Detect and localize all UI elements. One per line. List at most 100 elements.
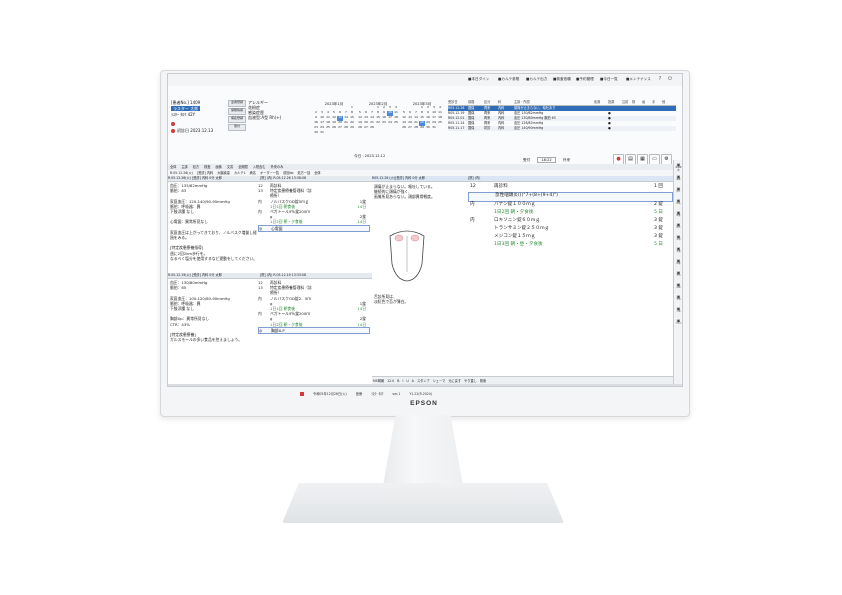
patient-age: 42Y xyxy=(187,112,196,117)
chart-toolbar-item[interactable]: カルテ1 xyxy=(234,171,246,175)
note-top-text[interactable]: 頭痛が止まらない。嘔吐している。 継続的に頭痛が強く、 画像所見あらない。頭部異… xyxy=(374,184,435,200)
visit-orders[interactable]: 12 再診料 13 特定疾患療養管理料（診 療所）内ノルバスクOD錠2．5ｍ g 1錠 1日1… xyxy=(258,280,370,334)
disease-button[interactable]: 病名登録 xyxy=(228,116,246,123)
reception-button[interactable]: 受付 xyxy=(228,124,246,131)
cmd-maintenance[interactable]: ■メンテナンス xyxy=(626,77,651,81)
side-tool-button[interactable]: ▣ 医事連携 xyxy=(675,162,682,172)
order-line[interactable]: 急性咽頭炎((("7+(8+(9+4)") xyxy=(468,192,673,202)
tongue-diagram[interactable] xyxy=(382,224,432,284)
order-line[interactable]: 内 バナン錠１００ｍｇ 2 錠 xyxy=(468,202,673,210)
cmd-today-list[interactable]: ■今日一覧 xyxy=(600,77,618,81)
note-line: 淡紅色で苔が薄白。 xyxy=(374,299,409,305)
editor-tool[interactable]: MS明朝 xyxy=(373,379,384,383)
side-tool-button[interactable]: ▣ 文書 xyxy=(675,246,682,256)
calendar-month-1[interactable]: 2023年1月 1 2 3 4 5 6 7 8 9 10 11 12 13 14 15 16 17 18 19 20 2… xyxy=(313,102,355,146)
cmd-today[interactable]: ■本日ダイン xyxy=(468,77,489,81)
editor-tool[interactable]: B xyxy=(397,379,399,383)
calendar-day[interactable]: 25 xyxy=(437,121,443,126)
calendar-grid[interactable]: 1 2 3 4 5 6 7 8 9 10 11 12 13 14 15 16 17 18 19 20 21 22 23 24 2… xyxy=(357,106,399,131)
side-tool-button[interactable]: ▣ 処方 xyxy=(675,222,682,232)
visit-header[interactable]: R.05.12.26(火) [受診] 内科 0分 太郎 [院] (内) R.05.… xyxy=(168,176,372,182)
table-cell xyxy=(662,126,672,131)
editor-tool[interactable]: I xyxy=(402,379,403,383)
side-tool-button[interactable]: ▣ 検査 xyxy=(675,210,682,220)
side-tool-button[interactable]: ▣ 手術 xyxy=(675,294,682,304)
status-build: Y1.22(R.2024) xyxy=(409,392,433,396)
side-tool-button[interactable]: ▣ 入院 xyxy=(675,306,682,316)
chart-toolbar-item[interactable]: 病名 xyxy=(250,171,256,175)
side-tool-button[interactable]: ▣ 処置 xyxy=(675,258,682,268)
order-line[interactable]: ◎ 心電図 xyxy=(258,224,370,232)
side-tool-button[interactable]: ▣ 記録 xyxy=(675,282,682,292)
editor-tool[interactable]: やり直し xyxy=(464,379,477,383)
order-line[interactable]: メジコン錠１５ｍｇ 3 錠 xyxy=(468,234,673,242)
tool-label: 処置 xyxy=(676,263,681,265)
calendar-day[interactable]: 31 xyxy=(319,131,325,136)
calendar-grid[interactable]: 1 2 3 4 5 6 7 8 9 10 11 12 13 14 15 16 17 18 19 20 21 22 23 24 2… xyxy=(313,106,355,136)
side-tool-button[interactable]: ▣ 紹介 xyxy=(675,186,682,196)
note-line: なるべく塩分を使用するなど運動をしてください。 xyxy=(170,255,258,261)
history-tab[interactable]: 外来のみ xyxy=(271,165,284,169)
patient-name[interactable]: ラスター 太郎 xyxy=(171,106,201,111)
editor-tool[interactable]: 12.0 xyxy=(387,379,394,383)
side-tool-button[interactable]: ▣ 予約 xyxy=(675,270,682,280)
calendar-month-3[interactable]: 2023年3月 1 2 3 4 5 6 7 8 9 10 11 12 13 14 15 16 17 18 19 20 2… xyxy=(401,102,443,146)
cmd-exam[interactable]: ■検査依頼 xyxy=(553,77,571,81)
table-cell: 初診 xyxy=(484,126,491,130)
order-line[interactable]: 1日2回 朝・夕食後 5 日 xyxy=(468,210,673,218)
calendar-day[interactable]: 25 xyxy=(393,121,399,126)
chart-toolbar-item[interactable]: [受診] 内科 xyxy=(197,171,213,175)
order-qty: 3 錠 xyxy=(654,226,663,231)
visit-notes[interactable]: 血圧：130/80mmHg 脈拍：65 家庭血圧：100-120/80-90mmH… xyxy=(170,280,258,342)
side-tool-button[interactable]: ▣ ヘルプ xyxy=(675,318,682,328)
editor-tool[interactable]: U xyxy=(406,379,408,383)
calendar-month-2[interactable]: 2023年2月 1 2 3 4 5 6 7 8 9 10 11 12 13 14 15 16 17 18 19 20 2… xyxy=(357,102,399,146)
history-tab[interactable]: 全期間 xyxy=(238,165,248,169)
chart-toolbar-item[interactable]: 全体 xyxy=(314,171,320,175)
chart-toolbar-item[interactable]: 処方一括 xyxy=(297,171,310,175)
patient-card: [患者No.] 1409 ラスター 太郎 ﾗｽﾀｰ ﾀﾛｳ 42Y 初診日 20… xyxy=(171,100,226,133)
history-tab[interactable]: 主訴 xyxy=(181,165,187,169)
side-tool-button[interactable]: ▣ 注射 xyxy=(675,234,682,244)
help-icon[interactable]: ? xyxy=(656,76,664,83)
side-tool-button[interactable]: ▣ 画像 xyxy=(675,174,682,184)
editor-tool[interactable]: A xyxy=(412,379,414,383)
history-tab[interactable]: 検査 xyxy=(204,165,210,169)
register-button[interactable]: 患者登録 xyxy=(228,100,246,107)
editor-tool[interactable]: 元に戻す xyxy=(448,379,461,383)
calendar-grid[interactable]: 1 2 3 4 5 6 7 8 9 10 11 12 13 14 15 16 17 18 19 20 21 22 23 24 2… xyxy=(401,106,443,131)
note-pane: R05.12.26 (火)[受診] 内科 0分 太郎 頭痛が止まらない。嘔吐して… xyxy=(372,176,469,376)
history-tab[interactable]: 全体 xyxy=(170,165,176,169)
power-icon[interactable]: ⏻ xyxy=(666,76,674,83)
order-line[interactable]: 内 ロキソニン錠６０ｍｇ 3 錠 xyxy=(468,218,673,226)
calendar-day[interactable]: 29 xyxy=(349,126,355,131)
history-tab[interactable]: 入院含む xyxy=(253,165,266,169)
calendar-day[interactable]: 28 xyxy=(369,126,375,131)
chart-toolbar-item[interactable]: R.05.12.26(火) xyxy=(170,171,193,175)
history-tab[interactable]: 画像 xyxy=(216,165,222,169)
order-line[interactable]: 1日3回 朝・昼・夕食後 5 日 xyxy=(468,242,673,250)
visit-orders[interactable]: 12 再診料 13 特定疾患療養管理料（診 療所）内ノルバスクOD錠5ｍｇ 1錠 1日1回 … xyxy=(258,183,370,232)
side-tool-button[interactable]: ▣ 病名 xyxy=(675,198,682,208)
chart-toolbar-item[interactable]: 前回do xyxy=(283,171,293,175)
chart-toolbar-item[interactable]: 大腸疾患 xyxy=(217,171,230,175)
table-row[interactable]: R05.11.17 国保 初診 内科 血圧 140/90mmHg ● xyxy=(448,126,676,131)
cmd-reserve[interactable]: ■予約管理 xyxy=(576,77,594,81)
note-bottom-text[interactable]: 舌診所見は、 淡紅色で苔が薄白。 xyxy=(374,294,408,304)
chart-toolbar-item[interactable]: オーダー一覧 xyxy=(260,171,279,175)
editor-tool[interactable]: 検索 xyxy=(480,379,486,383)
insurance-button[interactable]: 保険情報 xyxy=(228,108,246,115)
calendar-day[interactable]: 31 xyxy=(431,126,437,131)
cmd-chart-ref[interactable]: ■カルテ参照 xyxy=(498,77,519,81)
order-line[interactable]: トランサミン錠２５０ｍｇ 3 錠 xyxy=(468,226,673,234)
history-tab[interactable]: 文書 xyxy=(227,165,233,169)
order-line[interactable]: ◎ 胸部X-P xyxy=(258,326,370,334)
editor-tool[interactable]: シェーマ xyxy=(433,379,446,383)
editor-tool[interactable]: スタンプ xyxy=(417,379,430,383)
history-tab[interactable]: 処方 xyxy=(193,165,199,169)
visit-notes[interactable]: 血圧：135/82mmHg 脈拍：63 家庭血圧：120-140/90-95mmH… xyxy=(170,183,258,261)
cmd-chart-out[interactable]: ■カルテ出力 xyxy=(526,77,547,81)
tool-label: 文書 xyxy=(676,251,681,253)
visit-header[interactable]: R.05.12.19(火) [受診] 内科 0分 太郎 [院] (内) R.05.… xyxy=(168,273,372,279)
order-line[interactable]: 12 再診料 1 回 xyxy=(468,184,673,192)
